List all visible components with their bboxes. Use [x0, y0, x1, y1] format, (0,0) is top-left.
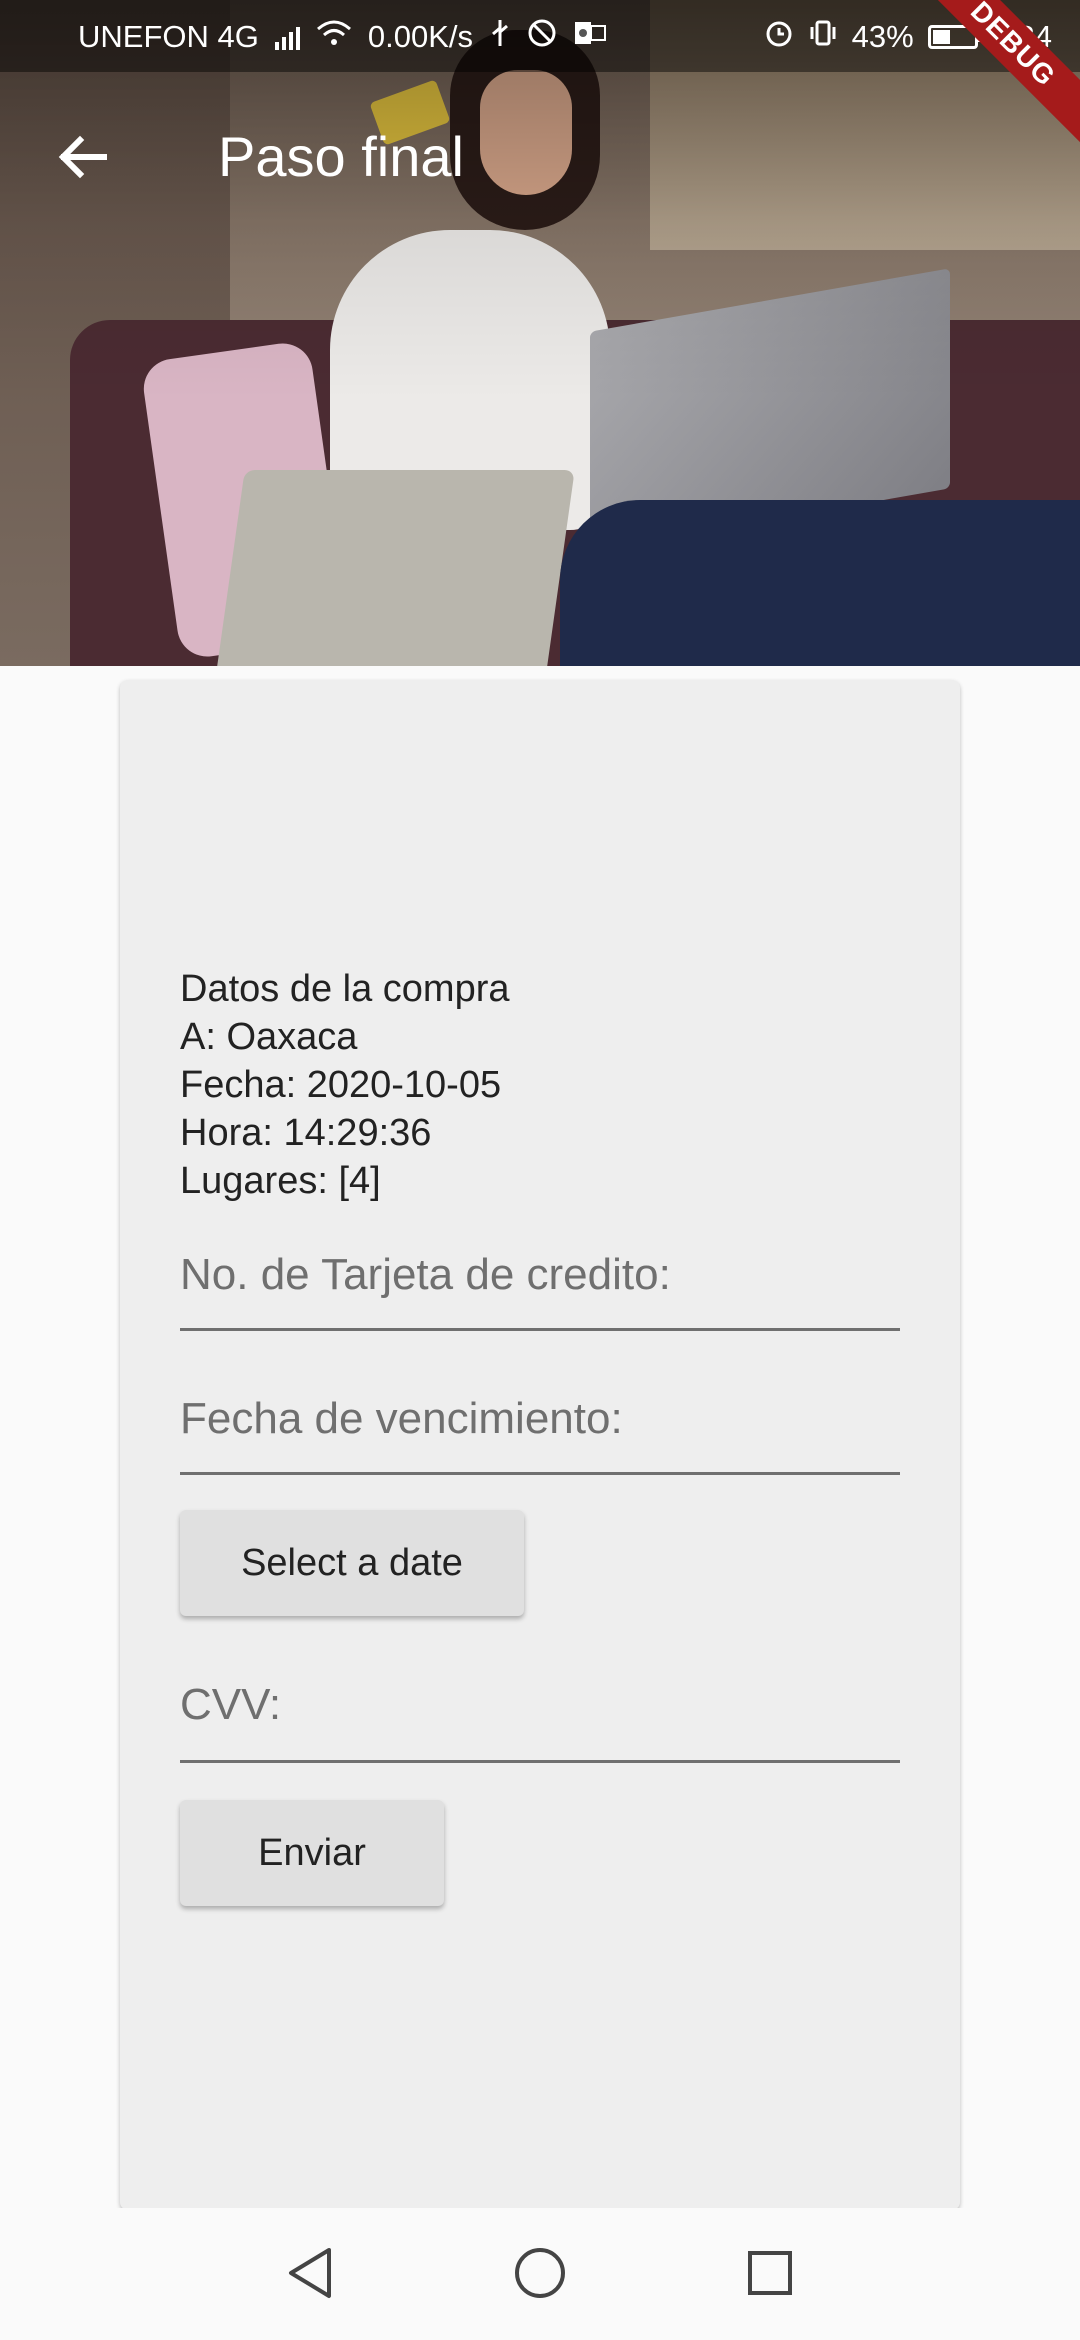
expiry-date-field[interactable]: Fecha de vencimiento:: [180, 1394, 900, 1475]
system-nav-bar: [0, 2208, 1080, 2340]
card-number-field[interactable]: No. de Tarjeta de credito:: [180, 1250, 900, 1331]
summary-heading: Datos de la compra: [180, 968, 510, 1010]
wifi-icon: [316, 19, 352, 55]
summary-seats: Lugares: [4]: [180, 1160, 381, 1202]
signal-icon: [274, 24, 300, 50]
square-recents-icon: [748, 2251, 792, 2295]
summary-date: Fecha: 2020-10-05: [180, 1064, 502, 1106]
circle-home-icon: [515, 2248, 565, 2298]
card-number-placeholder: No. de Tarjeta de credito:: [180, 1250, 671, 1299]
carrier-label: UNEFON 4G: [78, 19, 259, 54]
outlook-icon: [573, 19, 607, 55]
battery-percent: 43%: [851, 19, 914, 54]
arrow-back-icon: [58, 135, 107, 179]
usb-icon: [489, 18, 511, 56]
summary-time: Hora: 14:29:36: [180, 1112, 432, 1154]
payment-card: Datos de la compra A: Oaxaca Fecha: 2020…: [120, 680, 960, 2210]
purchase-summary: Datos de la compra A: Oaxaca Fecha: 2020…: [180, 965, 510, 1205]
app-bar: Paso final: [0, 72, 1080, 242]
triangle-back-icon: [289, 2248, 331, 2298]
alarm-icon: [764, 18, 794, 56]
nav-recents-button[interactable]: [735, 2238, 805, 2308]
summary-destination: A: Oaxaca: [180, 1016, 358, 1058]
cvv-field[interactable]: CVV:: [180, 1680, 900, 1763]
network-speed: 0.00K/s: [367, 19, 473, 54]
submit-button[interactable]: Enviar: [180, 1800, 444, 1906]
dnd-icon: [527, 18, 557, 56]
back-button[interactable]: [48, 122, 118, 192]
vibrate-icon: [808, 18, 838, 56]
nav-home-button[interactable]: [505, 2238, 575, 2308]
status-bar: UNEFON 4G 0.00K/s 43% 1:34: [0, 0, 1080, 72]
cvv-placeholder: CVV:: [180, 1680, 282, 1729]
select-date-button[interactable]: Select a date: [180, 1510, 524, 1616]
nav-back-button[interactable]: [275, 2238, 345, 2308]
page-title: Paso final: [218, 125, 464, 188]
expiry-date-placeholder: Fecha de vencimiento:: [180, 1394, 623, 1443]
